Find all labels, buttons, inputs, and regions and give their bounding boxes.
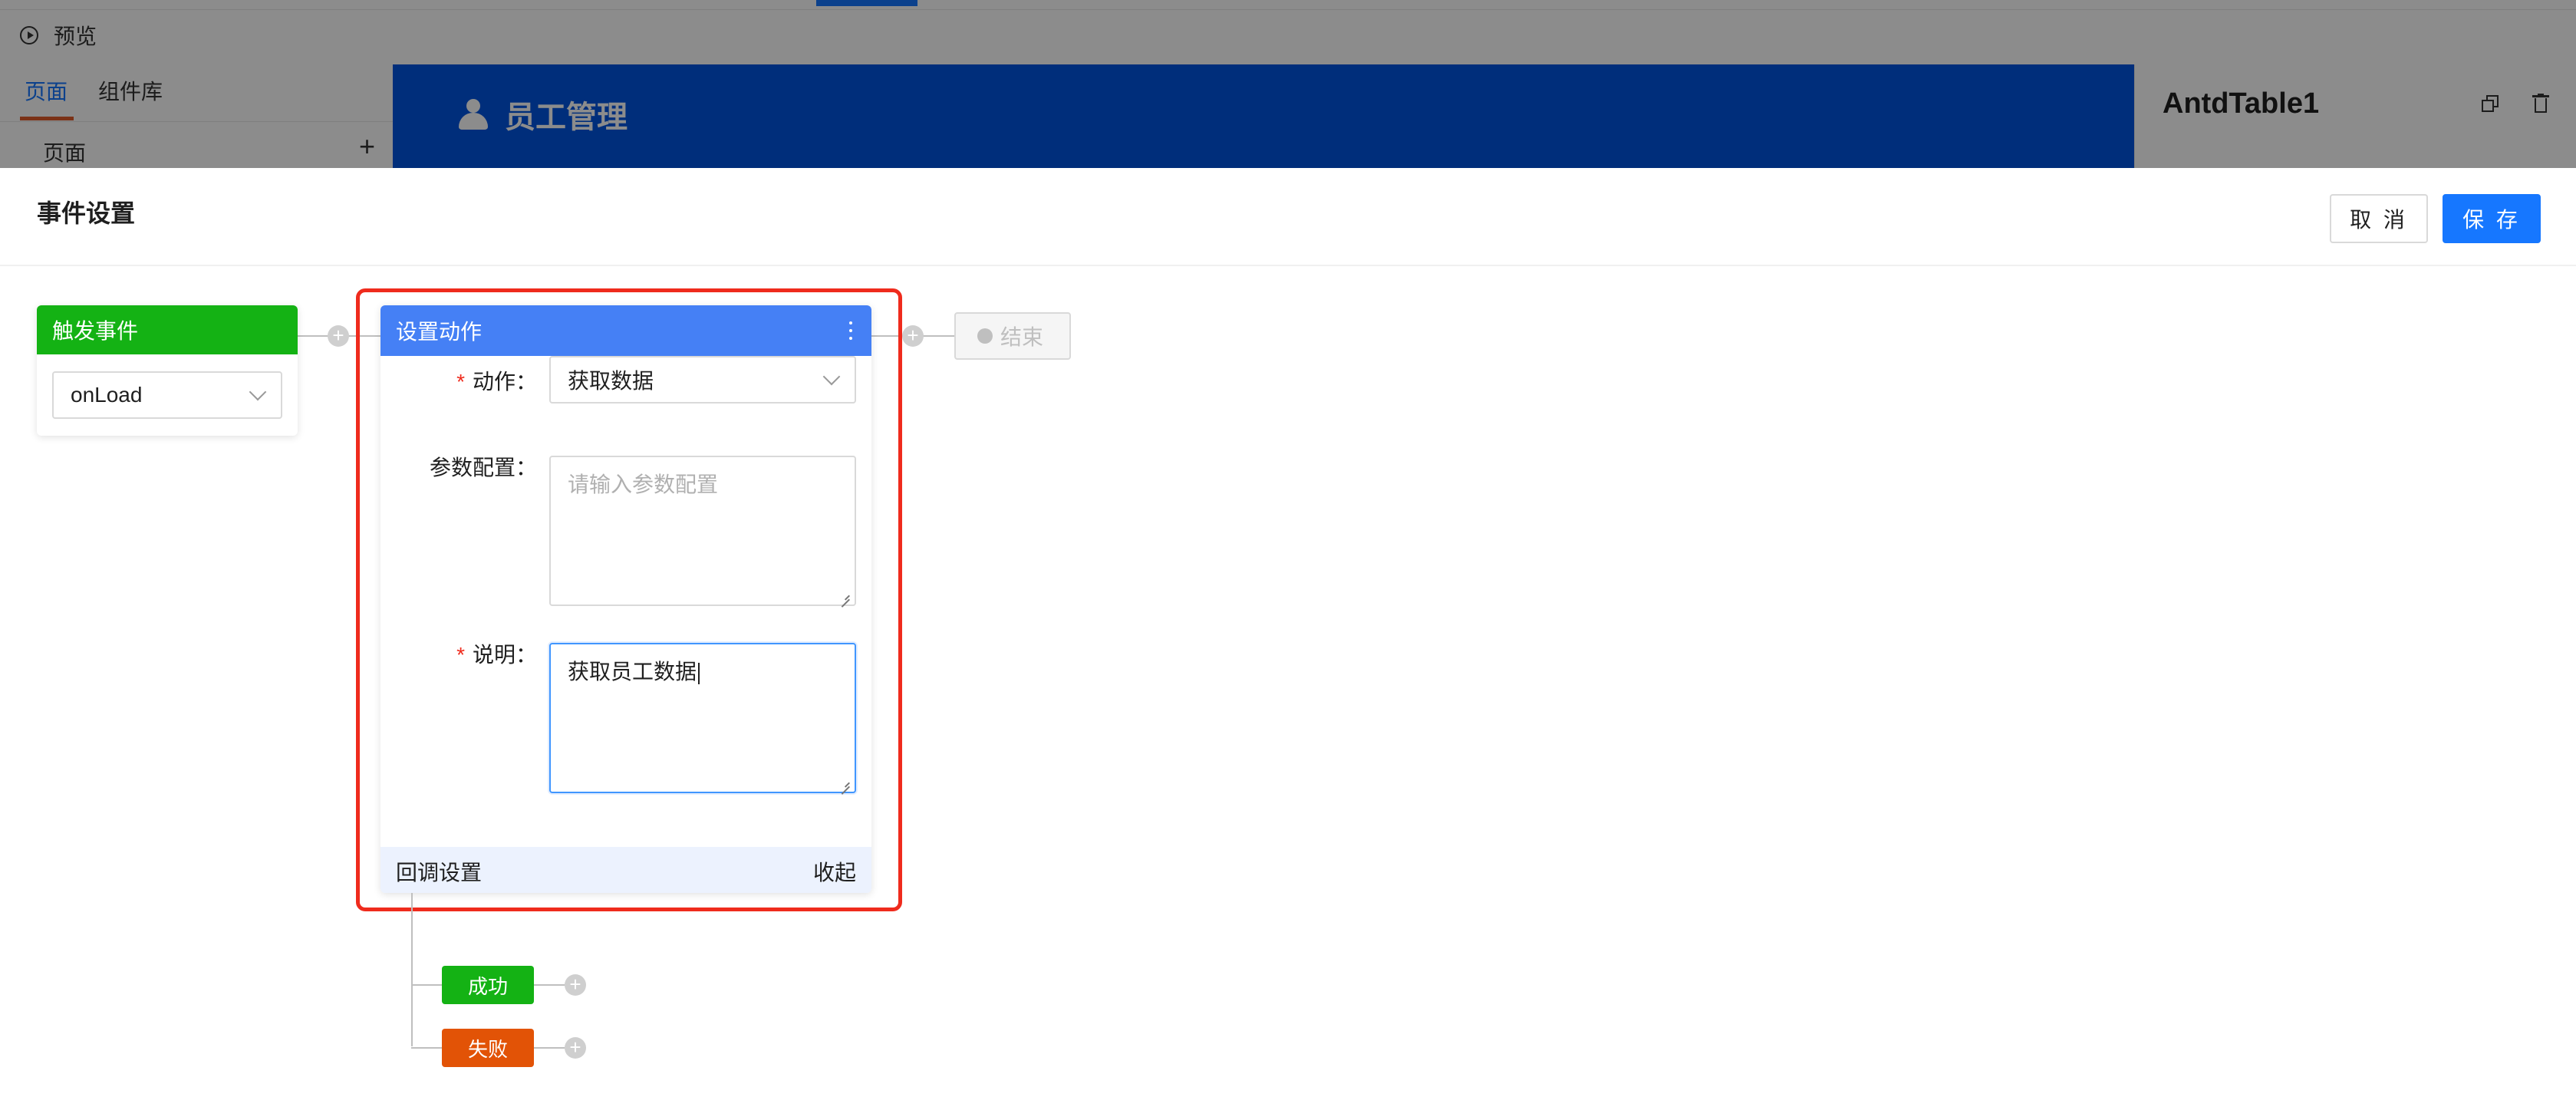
action-node: 设置动作 * 动作： 获取数据 参数配置： 请输入参数配置 * 说明： 获取员工数据… bbox=[380, 305, 871, 893]
drawer-header: 事件设置 取 消 保 存 bbox=[0, 168, 2576, 266]
params-label: 参数配置： bbox=[429, 456, 537, 479]
end-node-label: 结束 bbox=[1000, 325, 1044, 349]
drawer-title: 事件设置 bbox=[37, 199, 136, 227]
trigger-node: 触发事件 onLoad bbox=[37, 305, 298, 436]
action-node-header: 设置动作 bbox=[380, 305, 871, 356]
required-mark: * bbox=[456, 370, 465, 394]
callback-settings-label: 回调设置 bbox=[396, 861, 483, 884]
add-node-icon[interactable]: + bbox=[565, 974, 586, 996]
description-value: 获取员工数据 bbox=[568, 660, 697, 684]
trigger-node-title: 触发事件 bbox=[37, 305, 298, 354]
fail-connector bbox=[534, 1047, 565, 1049]
more-vertical-icon[interactable] bbox=[848, 320, 853, 341]
description-textarea[interactable]: 获取员工数据 bbox=[549, 643, 856, 793]
success-branch-tag[interactable]: 成功 bbox=[442, 966, 534, 1004]
event-select-value: onLoad bbox=[71, 383, 143, 407]
params-placeholder: 请输入参数配置 bbox=[568, 473, 719, 496]
action-select[interactable]: 获取数据 bbox=[549, 356, 856, 404]
chevron-down-icon bbox=[822, 367, 841, 386]
chevron-down-icon bbox=[249, 383, 267, 401]
callback-branch-line bbox=[411, 893, 413, 1046]
add-node-icon[interactable]: + bbox=[328, 325, 349, 347]
action-node-title: 设置动作 bbox=[396, 320, 483, 344]
save-button[interactable]: 保 存 bbox=[2443, 194, 2541, 243]
modal-mask[interactable] bbox=[0, 0, 2576, 168]
add-node-icon[interactable]: + bbox=[902, 325, 924, 347]
branch-connector-fail bbox=[411, 1047, 442, 1049]
event-settings-drawer: 事件设置 取 消 保 存 + + 触发事件 onLoad 设置动作 * 动作： 获… bbox=[0, 168, 2576, 1120]
callback-bar: 回调设置 收起 bbox=[380, 847, 871, 893]
text-caret bbox=[698, 662, 700, 684]
cancel-button[interactable]: 取 消 bbox=[2330, 194, 2428, 243]
end-node: 结束 bbox=[954, 312, 1071, 360]
resize-handle-icon[interactable] bbox=[838, 775, 850, 787]
editor-background: 预览 页面 组件库 页面 + 员工管理 AntdTable1 bbox=[0, 0, 2576, 168]
collapse-button[interactable]: 收起 bbox=[813, 856, 856, 887]
fail-branch-tag[interactable]: 失败 bbox=[442, 1029, 534, 1067]
success-connector bbox=[534, 984, 565, 986]
action-label: * 动作： bbox=[456, 370, 537, 394]
end-dot-icon bbox=[977, 328, 993, 344]
required-mark: * bbox=[456, 643, 465, 667]
event-select[interactable]: onLoad bbox=[52, 371, 282, 419]
resize-handle-icon[interactable] bbox=[838, 588, 850, 600]
add-node-icon[interactable]: + bbox=[565, 1037, 586, 1059]
description-label: * 说明： bbox=[456, 643, 537, 667]
params-textarea[interactable]: 请输入参数配置 bbox=[549, 456, 856, 606]
action-select-value: 获取数据 bbox=[568, 369, 654, 393]
branch-connector-success bbox=[411, 984, 442, 986]
